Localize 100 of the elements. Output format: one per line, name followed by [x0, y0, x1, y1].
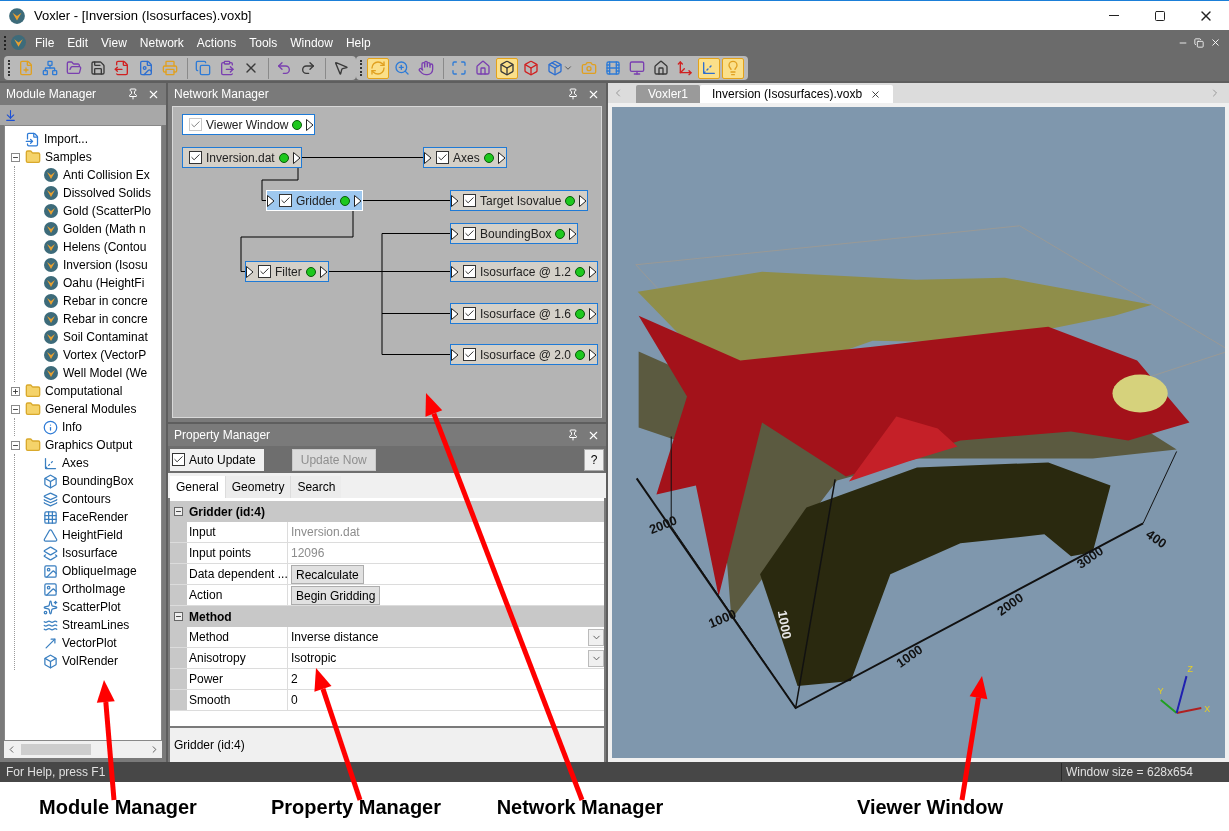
port-icon[interactable]	[588, 307, 597, 320]
tree-item-label[interactable]: Vortex (VectorP	[63, 346, 147, 364]
tree-item-label[interactable]: HeightField	[62, 526, 123, 544]
section-toggle[interactable]	[174, 507, 183, 516]
help-button[interactable]: ?	[584, 448, 604, 471]
tree-item-label[interactable]: ScatterPlot	[62, 598, 121, 616]
property-tab[interactable]: General	[170, 476, 225, 498]
node-checkbox[interactable]	[279, 194, 292, 207]
node-checkbox[interactable]	[436, 151, 449, 164]
node-checkbox[interactable]	[258, 265, 271, 278]
network-node[interactable]: Axes	[423, 147, 507, 168]
pin-icon[interactable]	[127, 88, 139, 100]
port-icon[interactable]	[424, 151, 432, 164]
port-icon[interactable]	[451, 265, 459, 278]
node-checkbox[interactable]	[189, 151, 202, 164]
horizontal-scrollbar[interactable]	[4, 741, 162, 758]
port-icon[interactable]	[451, 348, 459, 361]
menu-item[interactable]: Actions	[196, 33, 237, 52]
tree-item-label[interactable]: General Modules	[45, 400, 137, 418]
property-tab[interactable]: Search	[290, 476, 342, 498]
port-icon[interactable]	[497, 151, 506, 164]
network-node[interactable]: Isosurface @ 1.2	[450, 261, 598, 282]
tree-item-label[interactable]: Samples	[45, 148, 92, 166]
port-icon[interactable]	[267, 194, 275, 207]
tree-item-label[interactable]: Computational	[45, 382, 123, 400]
port-icon[interactable]	[569, 227, 578, 240]
tree-item-label[interactable]: Well Model (We	[63, 364, 148, 382]
tree-item-label[interactable]: Oahu (HeightFi	[63, 274, 145, 292]
port-icon[interactable]	[451, 194, 459, 207]
toolbar-button[interactable]	[698, 57, 720, 79]
menu-item[interactable]: Help	[345, 33, 371, 52]
expander-toggle[interactable]	[10, 404, 20, 414]
tree-item-label[interactable]: Soil Contaminat	[63, 328, 148, 346]
port-icon[interactable]	[354, 194, 362, 207]
network-node[interactable]: Isosurface @ 1.6	[450, 303, 598, 324]
port-icon[interactable]	[319, 265, 328, 278]
port-icon[interactable]	[292, 151, 301, 164]
menu-item[interactable]: View	[101, 33, 127, 52]
port-icon[interactable]	[579, 194, 588, 207]
tree-item-label[interactable]: Axes	[62, 454, 89, 472]
tree-item-label[interactable]: FaceRender	[62, 508, 129, 526]
tree-item-label[interactable]: Helens (Contou	[63, 238, 147, 256]
expander-toggle[interactable]	[10, 386, 20, 396]
tree-item-label[interactable]: Dissolved Solids	[63, 184, 152, 202]
node-checkbox[interactable]	[463, 265, 476, 278]
toolbar-grip-icon[interactable]	[8, 60, 11, 76]
menu-item[interactable]: File	[35, 33, 55, 52]
node-checkbox[interactable]	[463, 227, 476, 240]
scrollbar-thumb[interactable]	[21, 744, 91, 755]
menu-item[interactable]: Tools	[249, 33, 278, 52]
tree-item-label[interactable]: VectorPlot	[62, 634, 117, 652]
app-logo-icon[interactable]	[10, 34, 27, 51]
property-value[interactable]: 2	[291, 670, 298, 688]
auto-update-checkbox[interactable]: Auto Update	[170, 448, 264, 471]
toolbar-button[interactable]	[496, 57, 518, 79]
network-node[interactable]: Inversion.dat	[182, 147, 302, 168]
mdi-restore-icon[interactable]	[1194, 37, 1204, 48]
network-node[interactable]: Target Isovalue	[450, 190, 589, 211]
tree-item-label[interactable]: BoundingBox	[62, 472, 134, 490]
tree-item-label[interactable]: Golden (Math n	[63, 220, 146, 238]
menu-item[interactable]: Network	[139, 33, 184, 52]
tree-item-label[interactable]: Gold (ScatterPlo	[63, 202, 152, 220]
tree-item-label[interactable]: Import...	[44, 130, 88, 148]
tree-item-label[interactable]: StreamLines	[62, 616, 130, 634]
property-tab[interactable]: Geometry	[224, 476, 291, 498]
port-icon[interactable]	[588, 348, 597, 361]
property-button[interactable]: Begin Gridding	[291, 585, 381, 605]
pin-icon[interactable]	[567, 429, 579, 441]
tree-item-label[interactable]: Rebar in concre	[63, 292, 148, 310]
menu-item[interactable]: Window	[290, 33, 333, 52]
port-icon[interactable]	[588, 265, 597, 278]
tree-item-label[interactable]: VolRender	[62, 652, 119, 670]
mdi-close-icon[interactable]	[1210, 37, 1221, 48]
port-icon[interactable]	[451, 227, 459, 240]
pin-icon[interactable]	[567, 88, 579, 100]
node-checkbox[interactable]	[463, 194, 476, 207]
property-button[interactable]: Recalculate	[291, 564, 364, 584]
tree-item-label[interactable]: Graphics Output	[45, 436, 133, 454]
menu-item[interactable]: Edit	[67, 33, 89, 52]
expander-toggle[interactable]	[10, 440, 20, 450]
document-tab[interactable]: Inversion (Isosurfaces).voxb	[700, 85, 894, 103]
tree-item-label[interactable]: Rebar in concre	[63, 310, 148, 328]
tree-item-label[interactable]: ObliqueImage	[62, 562, 137, 580]
tree-item-label[interactable]: OrthoImage	[62, 580, 126, 598]
tree-item-label[interactable]: Inversion (Isosu	[63, 256, 148, 274]
tree-item-label[interactable]: Isosurface	[62, 544, 118, 562]
tree-item-label[interactable]: Contours	[62, 490, 111, 508]
close-tab-icon[interactable]	[870, 88, 882, 100]
node-checkbox[interactable]	[463, 348, 476, 361]
network-node[interactable]: Gridder	[266, 190, 363, 211]
expander-toggle[interactable]	[10, 152, 20, 162]
network-node[interactable]: Filter	[245, 261, 329, 282]
tree-item-label[interactable]: Info	[62, 418, 82, 436]
port-icon[interactable]	[246, 265, 254, 278]
network-node[interactable]: BoundingBox	[450, 223, 579, 244]
property-value[interactable]: 0	[291, 691, 298, 709]
node-checkbox[interactable]	[463, 307, 476, 320]
tree-item-label[interactable]: Anti Collision Ex	[63, 166, 150, 184]
toolbar-grip-icon[interactable]	[360, 60, 363, 76]
section-toggle[interactable]	[174, 612, 183, 621]
